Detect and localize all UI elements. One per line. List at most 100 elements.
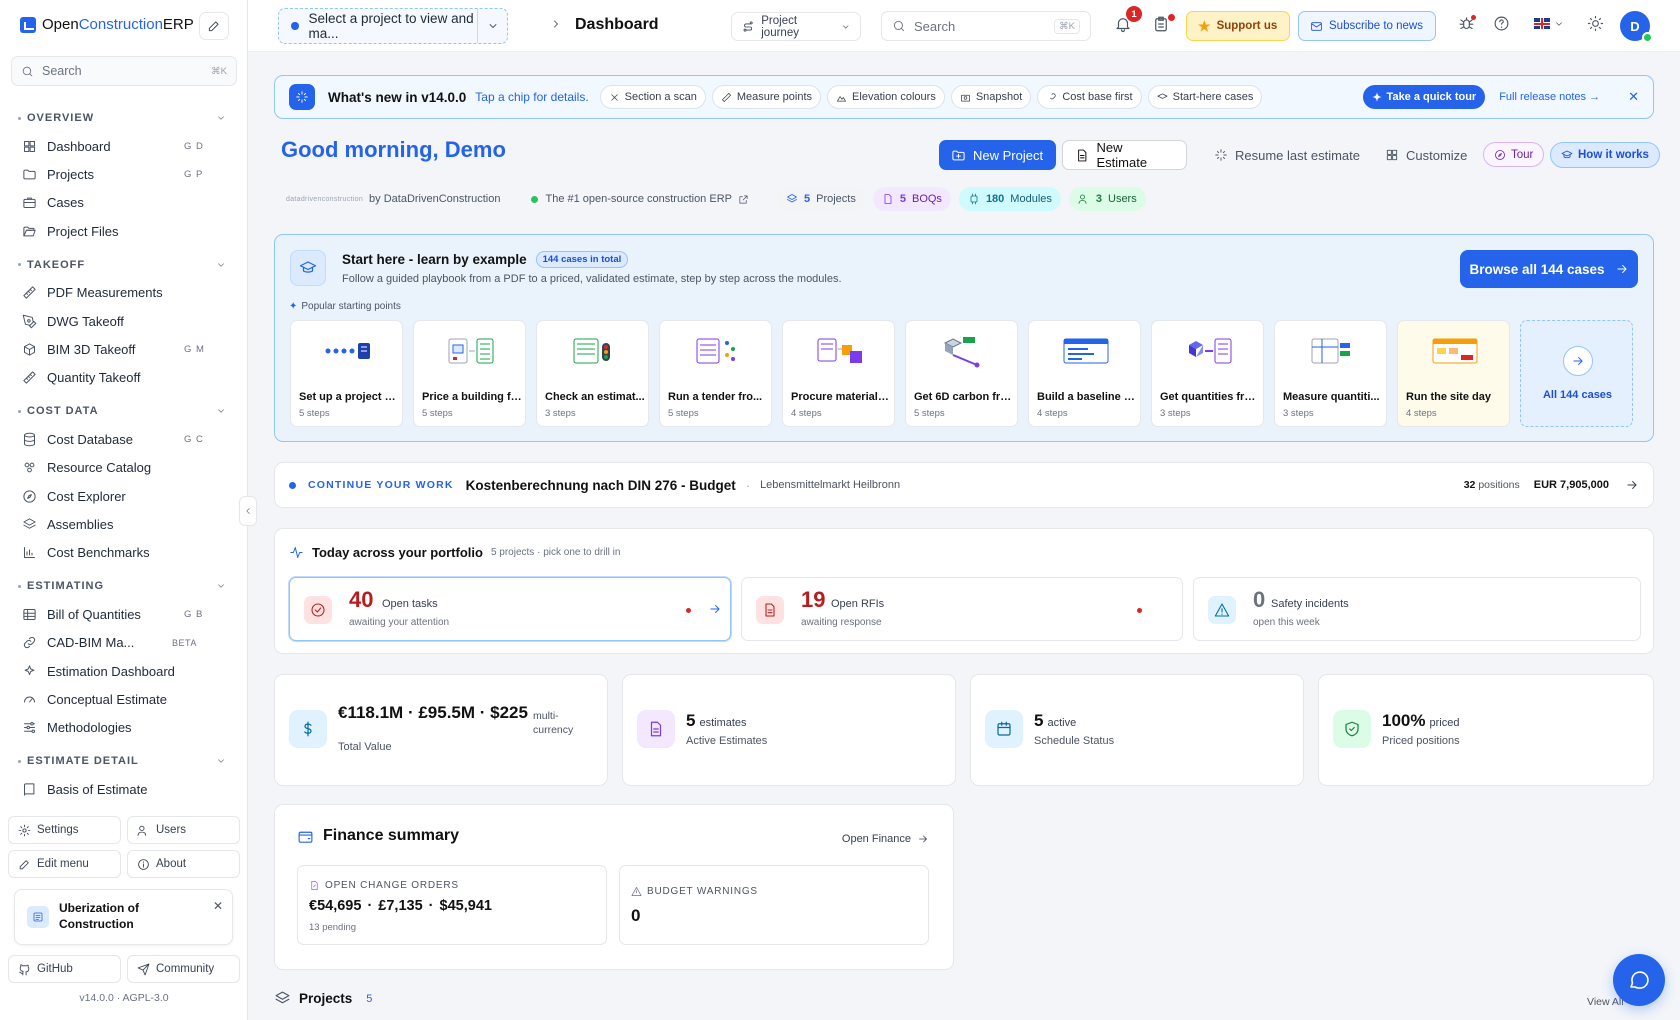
sidebar-item-projects[interactable]: Projects G P — [0, 160, 248, 188]
chat-button[interactable] — [1613, 954, 1665, 1006]
edit-layout-button[interactable] — [199, 12, 229, 40]
sidebar-item-estimation-dashboard[interactable]: Estimation Dashboard — [0, 657, 248, 685]
tagline-text[interactable]: The #1 open-source construction ERP — [545, 193, 732, 205]
case-card[interactable]: Check an estimat... 3 steps — [536, 320, 649, 427]
open-rfis-card[interactable]: 19 Open RFIs awaiting response — [741, 577, 1183, 641]
sidebar-item-bim-3d-takeoff[interactable]: BIM 3D Takeoff G M — [0, 335, 248, 363]
project-journey-button[interactable]: Project journey — [731, 12, 861, 41]
whats-new-chip[interactable]: Cost base first — [1037, 85, 1142, 109]
sidebar-item-cases[interactable]: Cases — [0, 189, 248, 217]
promo-card[interactable]: Uberization of Construction ✕ — [14, 889, 233, 945]
resume-estimate-button[interactable]: Resume last estimate — [1202, 140, 1372, 170]
global-search[interactable]: Search ⌘K — [881, 11, 1091, 41]
settings-button[interactable]: Settings — [8, 816, 121, 844]
whats-new-chip[interactable]: Section a scan — [599, 85, 706, 109]
case-card[interactable]: Run the site day 4 steps — [1397, 320, 1510, 427]
file-text-icon — [756, 596, 784, 624]
app-logo[interactable]: OpenConstructionERP — [20, 16, 194, 33]
sidebar-item-quantity-takeoff[interactable]: Quantity Takeoff — [0, 364, 248, 392]
project-selector[interactable]: Select a project to view and ma... — [278, 8, 508, 44]
nav-section-header[interactable]: ESTIMATING — [0, 572, 248, 600]
help-icon[interactable] — [1493, 15, 1510, 32]
sidebar-item-basis-of-estimate[interactable]: Basis of Estimate — [0, 775, 248, 803]
case-title: Check an estimat... — [545, 391, 645, 403]
case-card[interactable]: Build a baseline a... 4 steps — [1028, 320, 1141, 427]
chevron-down-icon[interactable] — [477, 9, 507, 43]
stat-projects[interactable]: 5 Projects — [776, 187, 865, 211]
open-tasks-card[interactable]: 40 Open tasks awaiting your attention — [289, 577, 731, 641]
how-it-works-button[interactable]: How it works — [1550, 142, 1660, 168]
view-all-link[interactable]: View All — [1587, 996, 1624, 1008]
release-notes-link[interactable]: Full release notes → — [1499, 91, 1600, 103]
case-card[interactable]: Price a building fr... 5 steps — [413, 320, 526, 427]
close-icon[interactable]: ✕ — [213, 899, 223, 913]
browse-cases-button[interactable]: Browse all 144 cases — [1460, 250, 1638, 288]
stat-modules[interactable]: 180 Modules — [958, 187, 1061, 211]
sidebar-search[interactable]: Search ⌘K — [11, 56, 237, 86]
change-orders-card[interactable]: OPEN CHANGE ORDERS €54,695 · £7,135 · $4… — [297, 865, 607, 945]
case-card[interactable]: Get 6D carbon fro... 5 steps — [905, 320, 1018, 427]
nav-section-header[interactable]: OVERVIEW — [0, 104, 248, 132]
sparkles-icon — [24, 664, 35, 675]
sidebar-item-resource-catalog[interactable]: Resource Catalog — [0, 454, 248, 482]
active-estimates-card[interactable]: 5 estimates Active Estimates — [622, 674, 956, 786]
sidebar-item-cad-bim-ma[interactable]: CAD-BIM Ma... BETA — [0, 628, 248, 656]
case-card[interactable]: Get quantities fro... 3 steps — [1151, 320, 1264, 427]
case-card[interactable]: Measure quantiti... 3 steps — [1274, 320, 1387, 427]
open-finance-link[interactable]: Open Finance — [842, 833, 929, 845]
start-here-title: Start here - learn by example — [342, 252, 527, 267]
case-card[interactable]: Run a tender fro... 5 steps — [659, 320, 772, 427]
sidebar-item-assemblies[interactable]: Assemblies — [0, 510, 248, 538]
sidebar-item-project-files[interactable]: Project Files — [0, 217, 248, 245]
community-button[interactable]: Community — [127, 955, 240, 983]
support-us-button[interactable]: ★ Support us — [1186, 11, 1290, 41]
sidebar-collapse-button[interactable] — [239, 496, 257, 526]
graduation-cap-icon — [1157, 92, 1168, 99]
case-card[interactable]: Set up a project a... 5 steps — [290, 320, 403, 427]
nav-section-header[interactable]: ESTIMATE DETAIL — [0, 747, 248, 775]
safety-incidents-card[interactable]: 0 Safety incidents open this week — [1193, 577, 1641, 641]
language-selector[interactable] — [1534, 18, 1564, 29]
stat-boqs[interactable]: 5 BOQs — [872, 187, 951, 211]
sidebar-item-bill-of-quantities[interactable]: Bill of Quantities G B — [0, 600, 248, 628]
github-button[interactable]: GitHub — [8, 955, 121, 983]
sidebar-item-cost-explorer[interactable]: Cost Explorer — [0, 482, 248, 510]
about-button[interactable]: About — [127, 850, 240, 878]
by-ddc-text[interactable]: by DataDrivenConstruction — [369, 193, 500, 205]
whats-new-chip[interactable]: Measure points — [711, 85, 822, 109]
sun-icon[interactable] — [1587, 15, 1604, 32]
quick-tour-button[interactable]: ✦ Take a quick tour — [1363, 85, 1486, 109]
sidebar-item-pdf-measurements[interactable]: PDF Measurements — [0, 279, 248, 307]
boxes-icon — [24, 462, 35, 473]
customize-button[interactable]: Customize — [1373, 140, 1479, 170]
budget-warnings-card[interactable]: BUDGET WARNINGS 0 — [619, 865, 929, 945]
sidebar-item-cost-database[interactable]: Cost Database G C — [0, 425, 248, 453]
edit-menu-button[interactable]: Edit menu — [8, 850, 121, 878]
sidebar-item-methodologies[interactable]: Methodologies — [0, 714, 248, 742]
subscribe-button[interactable]: Subscribe to news — [1298, 11, 1436, 41]
continue-work-bar[interactable]: CONTINUE YOUR WORK Kostenberechnung nach… — [274, 462, 1654, 508]
whats-new-chip[interactable]: Start-here cases — [1147, 85, 1263, 109]
new-estimate-button[interactable]: New Estimate — [1062, 140, 1187, 170]
user-avatar[interactable]: D — [1620, 11, 1653, 43]
nav-section-header[interactable]: TAKEOFF — [0, 251, 248, 279]
stat-users[interactable]: 3 Users — [1068, 187, 1146, 211]
tour-button[interactable]: Tour — [1483, 142, 1545, 167]
whats-new-chip[interactable]: Elevation colours — [827, 85, 945, 109]
sidebar-item-dwg-takeoff[interactable]: DWG Takeoff — [0, 307, 248, 335]
arrow-right-icon[interactable] — [1625, 478, 1639, 492]
close-icon[interactable]: ✕ — [1628, 89, 1639, 105]
sidebar-item-dashboard[interactable]: Dashboard G D — [0, 132, 248, 160]
users-button[interactable]: Users — [127, 816, 240, 844]
sidebar-item-conceptual-estimate[interactable]: Conceptual Estimate — [0, 685, 248, 713]
all-cases-card[interactable]: All 144 cases — [1520, 320, 1633, 427]
case-card[interactable]: Procure materials... 4 steps — [782, 320, 895, 427]
nav-section-header[interactable]: COST DATA — [0, 397, 248, 425]
new-project-button[interactable]: New Project — [939, 140, 1056, 170]
schedule-status-card[interactable]: 5 active Schedule Status — [970, 674, 1304, 786]
external-link-icon[interactable] — [738, 194, 749, 205]
priced-positions-card[interactable]: 100% priced Priced positions — [1318, 674, 1654, 786]
whats-new-chip[interactable]: Snapshot — [950, 85, 1032, 109]
sidebar-item-cost-benchmarks[interactable]: Cost Benchmarks — [0, 539, 248, 567]
total-value-card[interactable]: €118.1M · £95.5M · $225... multi-currenc… — [274, 674, 608, 786]
